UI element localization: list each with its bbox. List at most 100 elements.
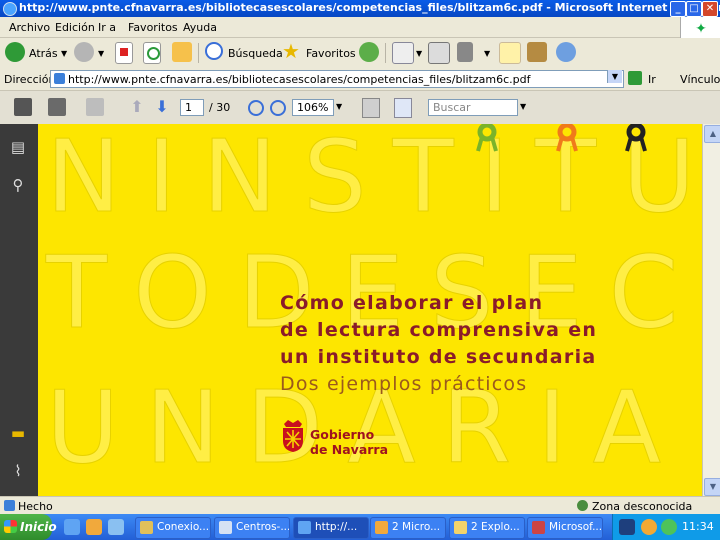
stop-icon[interactable] [115, 42, 133, 64]
page-number-input[interactable]: 1 [180, 99, 204, 116]
tray-network-icon[interactable] [641, 519, 657, 535]
task-microsoft-windows[interactable]: 2 Micro... [370, 517, 446, 539]
edit-icon[interactable] [457, 42, 473, 62]
menu-bar: Archivo Edición Ir a Favoritos Ayuda [0, 17, 720, 38]
research-icon[interactable] [527, 42, 547, 62]
edit-dropdown-icon[interactable]: ▼ [484, 49, 490, 58]
scroll-up-icon[interactable]: ▲ [704, 125, 720, 143]
pdf-navigation-panel: ▤ ⚲ ▬ ⌇ [0, 124, 38, 496]
page-total: / 30 [209, 101, 231, 114]
address-bar: Dirección http://www.pnte.cfnavarra.es/b… [0, 68, 720, 91]
pdf-search-input[interactable]: Buscar [428, 99, 518, 116]
print-pdf-icon[interactable] [14, 98, 32, 116]
tray-language-icon[interactable] [619, 519, 635, 535]
zoom-out-icon[interactable] [248, 100, 264, 116]
pdf-page: NINSTITU TODESEC UNDARIA Cómo elaborar e… [38, 124, 702, 496]
pdf-toolbar: ⬆ ⬇ 1 / 30 106% ▼ Buscar ▼ [0, 91, 720, 125]
menu-edicion[interactable]: Edición [55, 21, 95, 34]
quicklaunch-desktop-icon[interactable] [108, 519, 124, 535]
back-dropdown-icon[interactable]: ▼ [61, 49, 67, 58]
task-centros[interactable]: Centros-... [214, 517, 290, 539]
search-label[interactable]: Búsqueda [228, 47, 283, 60]
ie-logo-icon [3, 2, 17, 16]
go-button[interactable]: Ir [648, 73, 656, 86]
status-text: Hecho [18, 500, 53, 513]
zone-text: Zona desconocida [592, 500, 693, 513]
publisher-line-1: Gobierno [310, 427, 375, 442]
favorites-label[interactable]: Favoritos [306, 47, 356, 60]
address-dropdown-icon[interactable]: ▼ [607, 70, 622, 83]
forward-arrow-icon[interactable] [74, 42, 94, 62]
discuss-icon[interactable] [499, 42, 521, 64]
search-icon[interactable] [205, 42, 223, 60]
collaborate-icon[interactable] [86, 98, 104, 116]
print-icon[interactable] [428, 42, 450, 64]
minimize-button[interactable]: _ [670, 1, 686, 17]
home-icon[interactable] [172, 42, 192, 62]
address-label: Dirección [4, 73, 56, 86]
zoom-in-icon[interactable] [270, 100, 286, 116]
messenger-icon[interactable] [556, 42, 576, 62]
start-button[interactable]: Inicio [0, 514, 57, 540]
attachments-icon[interactable]: ⌇ [9, 462, 27, 480]
previous-page-icon[interactable]: ⬆ [128, 98, 146, 116]
next-page-icon[interactable]: ⬇ [153, 98, 171, 116]
save-pdf-icon[interactable] [48, 98, 66, 116]
task-microsoft-app[interactable]: Microsof... [527, 517, 603, 539]
scroll-down-icon[interactable]: ▼ [704, 478, 720, 496]
address-input[interactable]: http://www.pnte.cfnavarra.es/bibliotecas… [50, 70, 624, 88]
pages-icon[interactable]: ▤ [9, 138, 27, 156]
document-title-line-1: Cómo elaborar el plan [280, 292, 544, 314]
comments-icon[interactable]: ▬ [9, 424, 27, 442]
fit-page-icon[interactable] [362, 98, 380, 118]
task-conexion[interactable]: Conexio... [135, 517, 211, 539]
close-button[interactable]: ✕ [702, 1, 718, 17]
back-arrow-icon[interactable] [5, 42, 25, 62]
favorites-star-icon[interactable]: ★ [282, 41, 302, 62]
window-title-bar[interactable]: http://www.pnte.cfnavarra.es/bibliotecas… [0, 0, 720, 17]
task-explorer[interactable]: 2 Explo... [449, 517, 525, 539]
address-url[interactable]: http://www.pnte.cfnavarra.es/bibliotecas… [68, 73, 530, 86]
quicklaunch-outlook-icon[interactable] [86, 519, 102, 535]
history-icon[interactable] [359, 42, 379, 62]
document-title-line-2: de lectura comprensiva en [280, 319, 598, 341]
standard-toolbar: Atrás ▼ ▼ Búsqueda ★ Favoritos ▼ ▼ [0, 38, 720, 69]
menu-ir-a[interactable]: Ir a [98, 21, 116, 34]
task-browser[interactable]: http://... [293, 517, 369, 539]
mail-dropdown-icon[interactable]: ▼ [416, 49, 422, 58]
document-subtitle: Dos ejemplos prácticos [280, 373, 528, 395]
quicklaunch-ie-icon[interactable] [64, 519, 80, 535]
clock: 11:34 [682, 520, 714, 533]
back-label[interactable]: Atrás [29, 47, 58, 60]
search-dropdown-icon[interactable]: ▼ [520, 102, 526, 111]
menu-archivo[interactable]: Archivo [9, 21, 50, 34]
status-bar: Hecho Zona desconocida [0, 496, 720, 515]
binoculars-icon[interactable]: ⚲ [9, 176, 27, 194]
zone-globe-icon [577, 500, 588, 511]
forward-dropdown-icon[interactable]: ▼ [98, 49, 104, 58]
document-title-line-3: un instituto de secundaria [280, 346, 597, 368]
go-arrow-icon[interactable] [628, 71, 642, 85]
green-ribbon-icon [476, 124, 498, 152]
tray-security-icon[interactable] [661, 519, 677, 535]
refresh-icon[interactable] [143, 42, 161, 64]
orange-ribbon-icon [556, 124, 578, 152]
windows-flag-icon [4, 520, 17, 533]
black-ribbon-icon [625, 124, 647, 152]
mail-icon[interactable] [392, 42, 414, 64]
menu-favoritos[interactable]: Favoritos [128, 21, 178, 34]
window-title: http://www.pnte.cfnavarra.es/bibliotecas… [19, 1, 720, 14]
watermark-line-1: NINSTITU [45, 124, 702, 236]
maximize-button[interactable]: □ [686, 1, 702, 17]
navarra-coat-of-arms-icon [283, 420, 303, 452]
taskbar: Inicio Conexio... Centros-... http://...… [0, 514, 720, 540]
zoom-dropdown-icon[interactable]: ▼ [336, 102, 342, 111]
fit-width-icon[interactable] [394, 98, 412, 118]
page-icon [54, 73, 65, 84]
menu-ayuda[interactable]: Ayuda [183, 21, 217, 34]
zoom-input[interactable]: 106% [292, 99, 334, 116]
publisher-line-2: de Navarra [310, 442, 389, 457]
page-status-icon [4, 500, 15, 511]
vertical-scrollbar[interactable]: ▲ ▼ [702, 124, 720, 496]
links-button[interactable]: Vínculos [680, 73, 720, 86]
